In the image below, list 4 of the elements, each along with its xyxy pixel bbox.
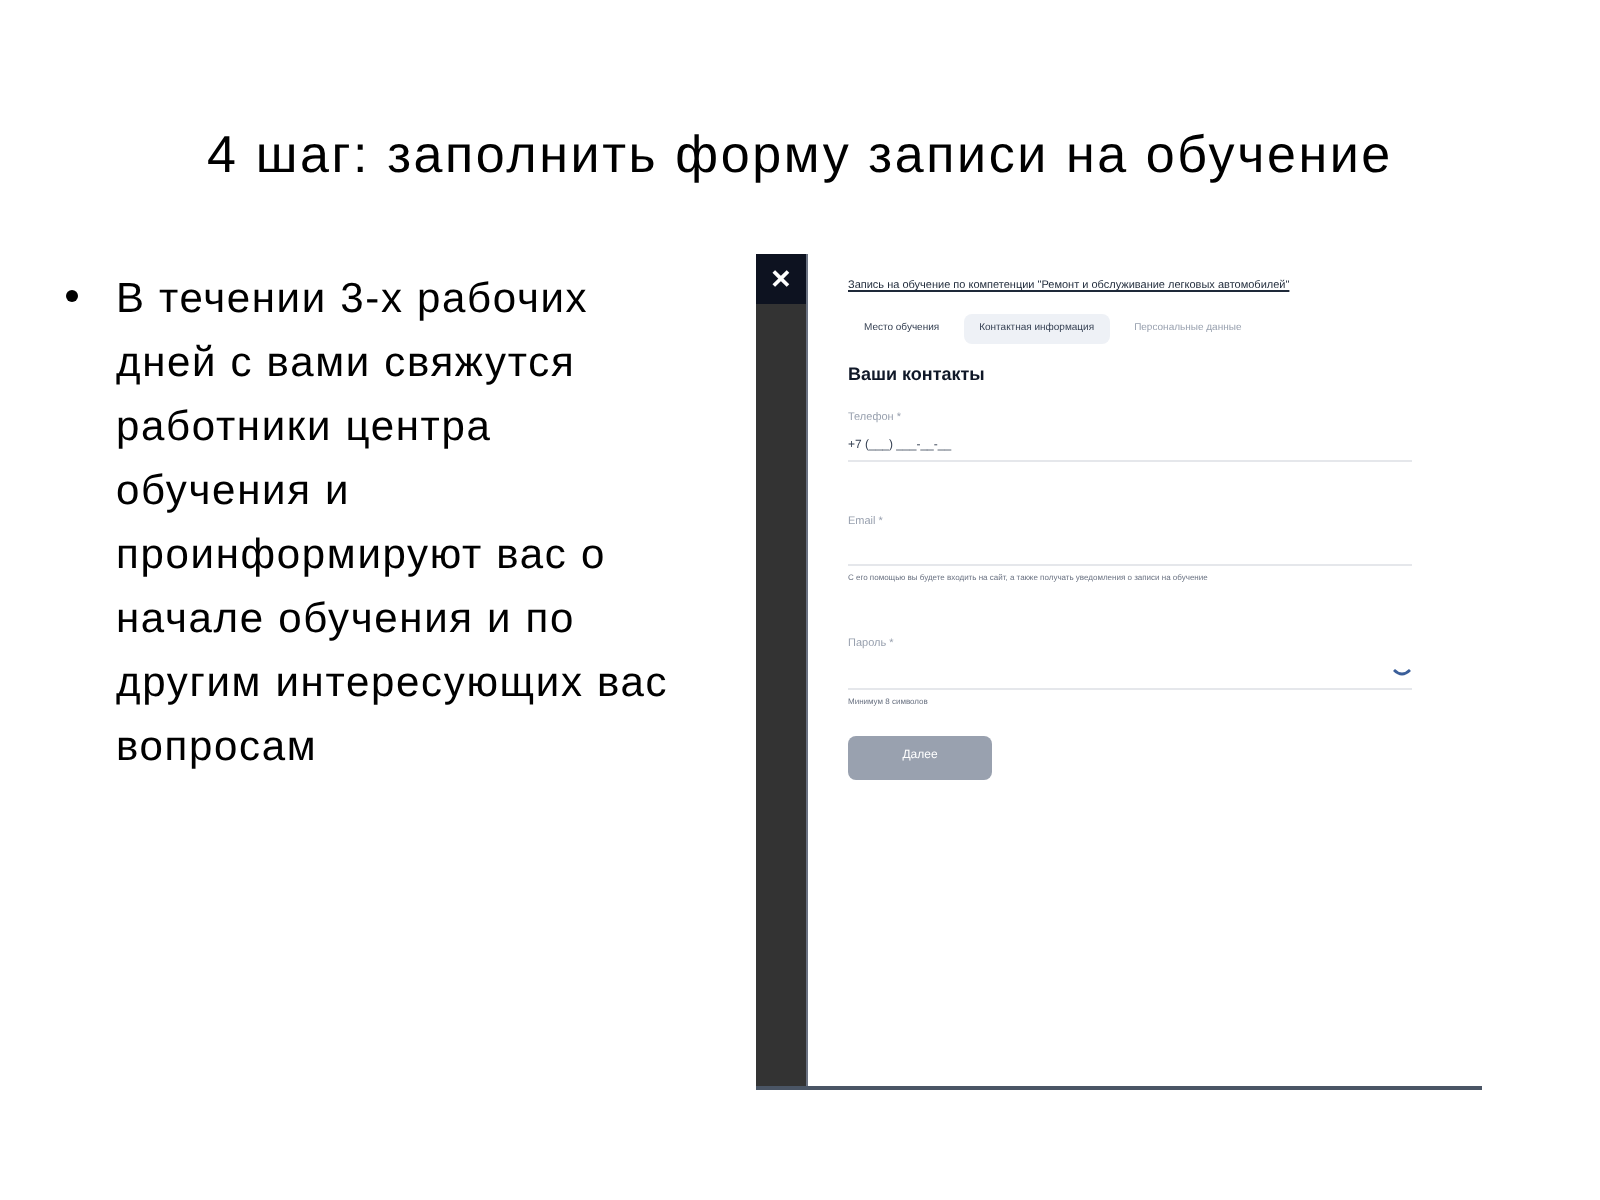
bullet-icon <box>66 290 78 302</box>
section-heading: Ваши контакты <box>848 362 987 389</box>
bullet-text: В течении 3-х рабочих дней с вами свяжутся работники центра обучения и проинформируют вас о начале обучения и по другим интересующих вас вопросам <box>116 274 671 774</box>
slide-title: 4 шаг: заполнить форму записи на обучение <box>205 122 1395 184</box>
